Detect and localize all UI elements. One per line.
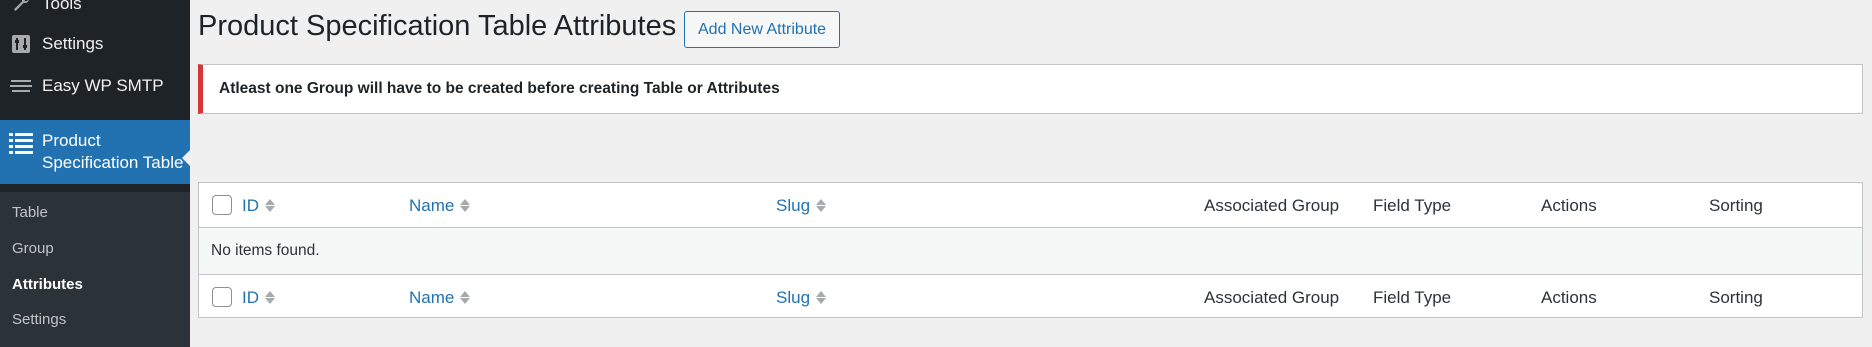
attributes-table: ID Name Slug Associated Group Field Type… <box>198 182 1863 318</box>
select-all-checkbox[interactable] <box>212 195 232 215</box>
column-field-type-header: Field Type <box>1373 195 1452 215</box>
submenu-item-group[interactable]: Group <box>12 240 54 257</box>
column-id-header[interactable]: ID <box>242 183 275 228</box>
table-empty-row: No items found. <box>199 228 1862 274</box>
sidebar-item-label-line1: Product <box>42 131 101 150</box>
column-slug-footer[interactable]: Slug <box>776 275 827 320</box>
column-associated-group-footer: Associated Group <box>1204 287 1340 307</box>
sidebar-item-label-line2: Specification Table <box>42 153 184 172</box>
sort-icon <box>460 199 471 212</box>
column-label: Slug <box>776 195 811 215</box>
sort-icon <box>816 291 827 304</box>
list-icon <box>0 130 42 154</box>
admin-sidebar: Tools Settings Easy WP SMTP Product Spec… <box>0 0 190 347</box>
sidebar-submenu: Table Group Attributes Settings <box>0 192 190 347</box>
sidebar-item-settings[interactable]: Settings <box>0 30 190 58</box>
column-actions-footer: Actions <box>1541 287 1597 307</box>
column-id-footer[interactable]: ID <box>242 275 275 320</box>
column-slug-header[interactable]: Slug <box>776 183 827 228</box>
main-content: Product Specification Table Attributes A… <box>190 0 1872 347</box>
submenu-item-settings[interactable]: Settings <box>12 311 66 328</box>
table-header-row: ID Name Slug Associated Group Field Type… <box>199 183 1862 228</box>
sort-icon <box>265 291 275 304</box>
current-menu-arrow <box>182 150 190 166</box>
sidebar-item-label: Product Specification Table <box>42 130 183 174</box>
add-new-attribute-button[interactable]: Add New Attribute <box>684 11 841 48</box>
settings-icon <box>0 34 42 54</box>
submenu-item-table[interactable]: Table <box>12 204 48 221</box>
column-label: Name <box>409 287 455 307</box>
table-footer-row: ID Name Slug Associated Group Field Type… <box>199 274 1862 319</box>
column-label: ID <box>242 287 259 307</box>
column-associated-group-header: Associated Group <box>1204 195 1340 215</box>
notice-text: Atleast one Group will have to be create… <box>219 80 780 97</box>
column-label: Slug <box>776 287 811 307</box>
column-actions-header: Actions <box>1541 195 1597 215</box>
column-sorting-footer: Sorting <box>1709 287 1763 307</box>
page-title: Product Specification Table Attributes <box>198 10 677 42</box>
sidebar-item-tools[interactable]: Tools <box>0 0 190 16</box>
empty-message: No items found. <box>211 242 320 259</box>
sort-icon <box>265 199 275 212</box>
sort-icon <box>816 199 827 212</box>
sidebar-item-product-specification-table[interactable]: Product Specification Table <box>0 120 190 184</box>
sidebar-item-label: Settings <box>42 34 104 53</box>
column-name-footer[interactable]: Name <box>409 275 471 320</box>
column-name-header[interactable]: Name <box>409 183 471 228</box>
column-label: ID <box>242 195 259 215</box>
error-notice: Atleast one Group will have to be create… <box>198 64 1863 114</box>
sidebar-item-label: Easy WP SMTP <box>42 76 164 95</box>
sidebar-item-easy-wp-smtp[interactable]: Easy WP SMTP <box>0 72 190 100</box>
column-sorting-header: Sorting <box>1709 195 1763 215</box>
wrench-icon <box>0 0 42 14</box>
submenu-item-attributes[interactable]: Attributes <box>12 276 83 293</box>
sort-icon <box>460 291 471 304</box>
sidebar-item-label: Tools <box>42 0 82 13</box>
mail-stack-icon <box>0 77 42 95</box>
column-label: Name <box>409 195 455 215</box>
select-all-checkbox-footer[interactable] <box>212 287 232 307</box>
column-field-type-footer: Field Type <box>1373 287 1452 307</box>
